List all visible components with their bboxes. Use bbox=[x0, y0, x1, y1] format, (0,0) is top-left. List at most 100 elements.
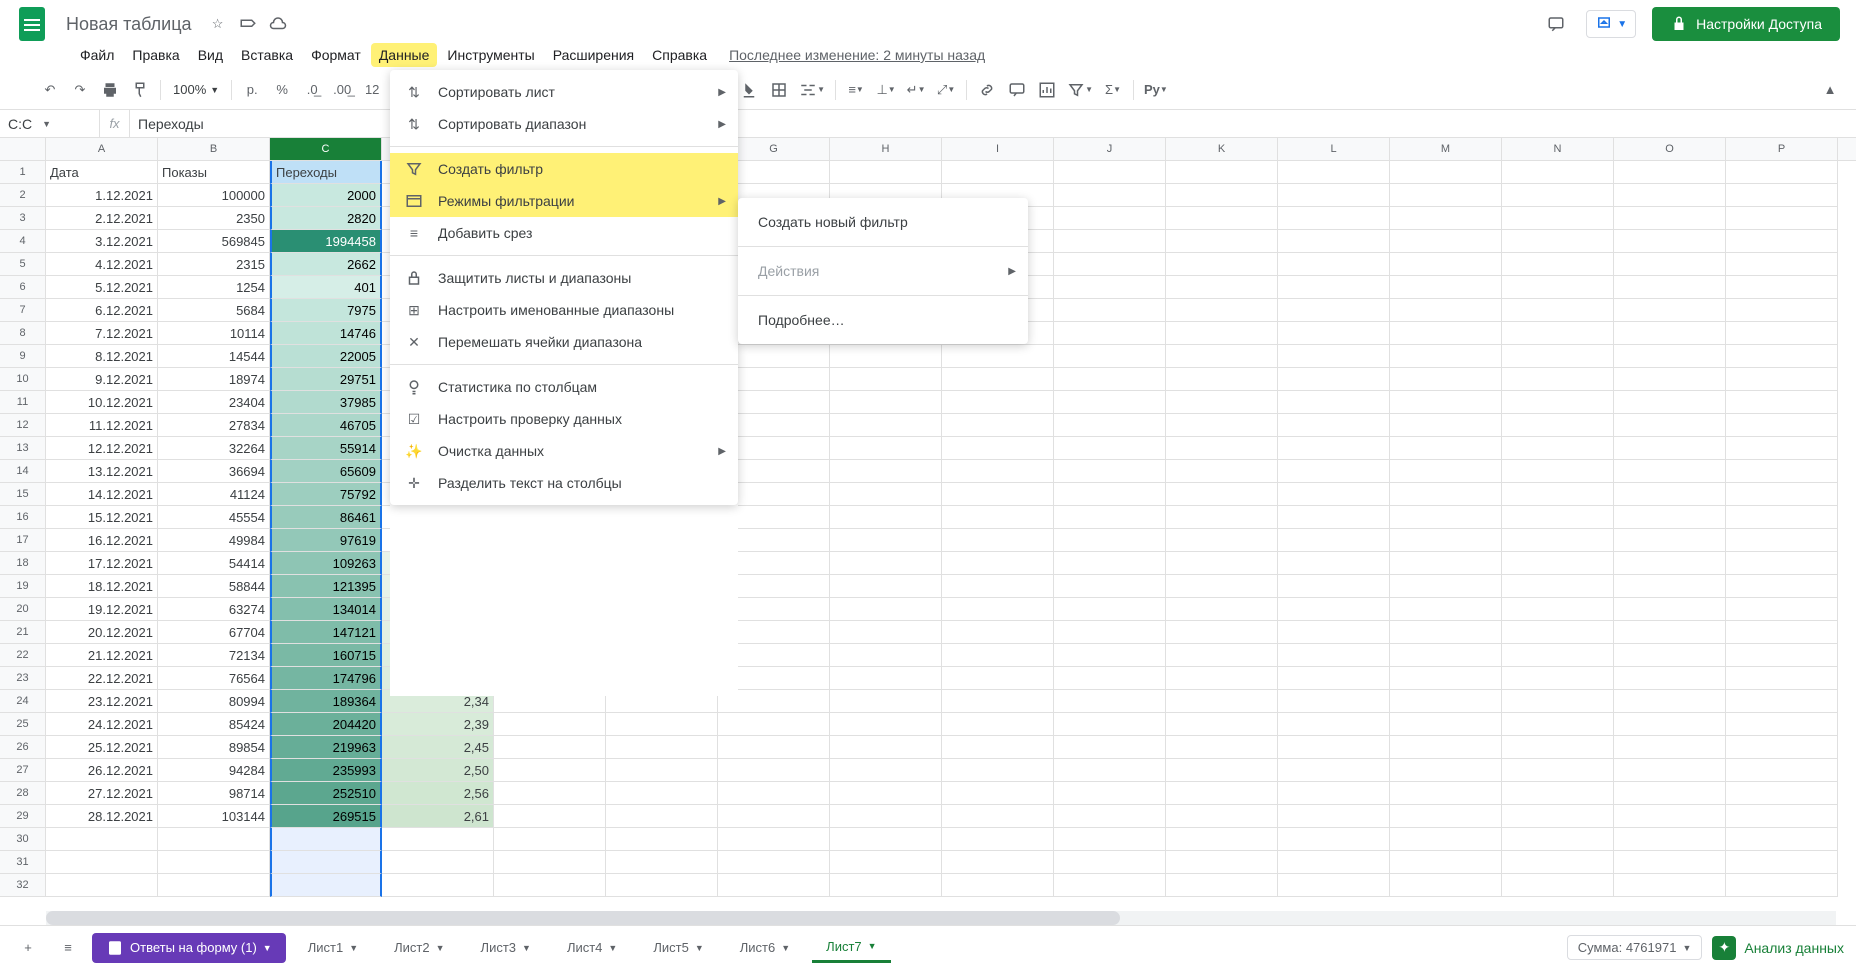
cell[interactable] bbox=[1726, 874, 1838, 897]
cell[interactable] bbox=[1054, 230, 1166, 253]
cell[interactable] bbox=[830, 345, 942, 368]
cell[interactable] bbox=[1502, 322, 1614, 345]
cell[interactable] bbox=[1726, 851, 1838, 874]
cell[interactable] bbox=[942, 759, 1054, 782]
cell[interactable] bbox=[1614, 230, 1726, 253]
cell[interactable]: 100000 bbox=[158, 184, 270, 207]
cell[interactable]: 72134 bbox=[158, 644, 270, 667]
cell[interactable] bbox=[1278, 713, 1390, 736]
cell[interactable] bbox=[1614, 828, 1726, 851]
undo-icon[interactable]: ↶ bbox=[36, 76, 64, 104]
cell[interactable] bbox=[1390, 805, 1502, 828]
cell[interactable] bbox=[1614, 161, 1726, 184]
cell[interactable] bbox=[1614, 667, 1726, 690]
cell[interactable] bbox=[1166, 759, 1278, 782]
cell[interactable] bbox=[942, 529, 1054, 552]
cell[interactable]: 63274 bbox=[158, 598, 270, 621]
cell[interactable] bbox=[1278, 575, 1390, 598]
cell[interactable] bbox=[1390, 207, 1502, 230]
cell[interactable] bbox=[718, 874, 830, 897]
cell[interactable] bbox=[494, 874, 606, 897]
menu-data[interactable]: Данные bbox=[371, 43, 438, 67]
row-header[interactable]: 8 bbox=[0, 322, 46, 345]
cell[interactable] bbox=[1614, 460, 1726, 483]
rotate-icon[interactable]: ⤢▼ bbox=[932, 76, 960, 104]
cell[interactable] bbox=[1726, 253, 1838, 276]
cell[interactable] bbox=[1166, 460, 1278, 483]
cell[interactable] bbox=[1390, 621, 1502, 644]
column-header-H[interactable]: H bbox=[830, 138, 942, 160]
cell[interactable]: 21.12.2021 bbox=[46, 644, 158, 667]
cell[interactable]: 5.12.2021 bbox=[46, 276, 158, 299]
cell[interactable] bbox=[942, 391, 1054, 414]
cell[interactable] bbox=[1614, 506, 1726, 529]
cell[interactable] bbox=[1166, 598, 1278, 621]
cell[interactable]: 80994 bbox=[158, 690, 270, 713]
cell[interactable] bbox=[1614, 713, 1726, 736]
cell[interactable] bbox=[1726, 437, 1838, 460]
cell[interactable] bbox=[830, 874, 942, 897]
redo-icon[interactable]: ↷ bbox=[66, 76, 94, 104]
cell[interactable] bbox=[1166, 184, 1278, 207]
row-header[interactable]: 6 bbox=[0, 276, 46, 299]
cell[interactable]: 103144 bbox=[158, 805, 270, 828]
cell[interactable] bbox=[1054, 782, 1166, 805]
cell[interactable] bbox=[1278, 529, 1390, 552]
cell[interactable]: 58844 bbox=[158, 575, 270, 598]
fill-color-icon[interactable] bbox=[735, 76, 763, 104]
cell[interactable] bbox=[830, 759, 942, 782]
cell[interactable]: 2,61 bbox=[382, 805, 494, 828]
cell[interactable]: 36694 bbox=[158, 460, 270, 483]
cell[interactable] bbox=[1614, 529, 1726, 552]
cell[interactable] bbox=[1614, 414, 1726, 437]
row-header[interactable]: 26 bbox=[0, 736, 46, 759]
cell[interactable]: 2350 bbox=[158, 207, 270, 230]
cell[interactable] bbox=[718, 736, 830, 759]
cell[interactable] bbox=[830, 529, 942, 552]
cell[interactable]: 22005 bbox=[270, 345, 382, 368]
cell[interactable]: 27834 bbox=[158, 414, 270, 437]
cell[interactable]: 20.12.2021 bbox=[46, 621, 158, 644]
cell[interactable] bbox=[606, 851, 718, 874]
cell[interactable] bbox=[1726, 345, 1838, 368]
cell[interactable] bbox=[1726, 276, 1838, 299]
cell[interactable]: 28.12.2021 bbox=[46, 805, 158, 828]
cell[interactable]: 9.12.2021 bbox=[46, 368, 158, 391]
cell[interactable] bbox=[1502, 690, 1614, 713]
cell[interactable] bbox=[1278, 621, 1390, 644]
cell[interactable]: 569845 bbox=[158, 230, 270, 253]
row-header[interactable]: 9 bbox=[0, 345, 46, 368]
filter-icon[interactable]: ▼ bbox=[1063, 76, 1097, 104]
menu-filter-views[interactable]: Режимы фильтрации▶ bbox=[390, 185, 738, 217]
cell[interactable] bbox=[1278, 391, 1390, 414]
cell[interactable]: 18.12.2021 bbox=[46, 575, 158, 598]
cell[interactable] bbox=[1054, 552, 1166, 575]
cell[interactable] bbox=[1054, 828, 1166, 851]
move-icon[interactable] bbox=[238, 14, 258, 34]
cell[interactable]: 2.12.2021 bbox=[46, 207, 158, 230]
cell[interactable] bbox=[1278, 345, 1390, 368]
cell[interactable] bbox=[830, 851, 942, 874]
cell[interactable] bbox=[1054, 851, 1166, 874]
document-title[interactable]: Новая таблица bbox=[60, 12, 198, 37]
cell[interactable] bbox=[1166, 483, 1278, 506]
cell[interactable] bbox=[1054, 621, 1166, 644]
cell[interactable]: 121395 bbox=[270, 575, 382, 598]
cell[interactable] bbox=[1278, 874, 1390, 897]
cell[interactable]: 25.12.2021 bbox=[46, 736, 158, 759]
cell[interactable] bbox=[718, 713, 830, 736]
cell[interactable] bbox=[1278, 322, 1390, 345]
cell[interactable]: Показы bbox=[158, 161, 270, 184]
cell[interactable] bbox=[942, 552, 1054, 575]
row-header[interactable]: 28 bbox=[0, 782, 46, 805]
print-icon[interactable] bbox=[96, 76, 124, 104]
cell[interactable] bbox=[1166, 644, 1278, 667]
cell[interactable] bbox=[1166, 552, 1278, 575]
cell[interactable] bbox=[830, 713, 942, 736]
cell[interactable] bbox=[1054, 644, 1166, 667]
cell[interactable] bbox=[830, 161, 942, 184]
cell[interactable] bbox=[494, 759, 606, 782]
cell[interactable] bbox=[718, 851, 830, 874]
functions-icon[interactable]: Σ▼ bbox=[1099, 76, 1127, 104]
cell[interactable] bbox=[1278, 253, 1390, 276]
